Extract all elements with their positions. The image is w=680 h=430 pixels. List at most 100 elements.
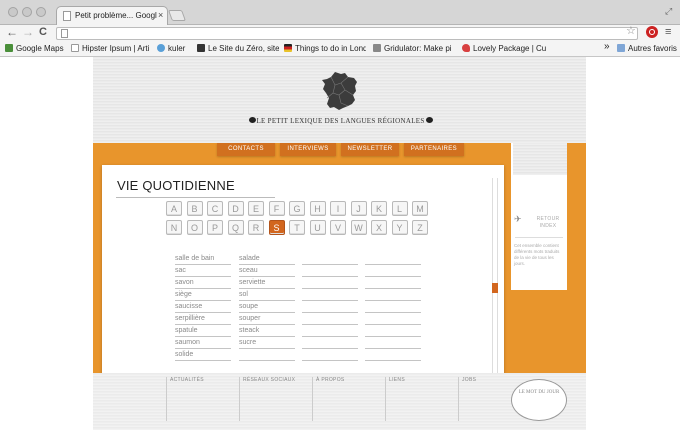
- footer-reseaux-sociaux[interactable]: RÉSEAUX SOCIAUX: [239, 377, 309, 421]
- grid-icon: [373, 44, 381, 52]
- footer-jobs[interactable]: JOBS: [458, 377, 508, 421]
- minimize-window-button[interactable]: [22, 7, 32, 17]
- word-link[interactable]: serviette: [239, 277, 295, 289]
- word-link[interactable]: spatule: [175, 325, 231, 337]
- letter-key-f[interactable]: F: [268, 201, 285, 216]
- letter-key-g[interactable]: G: [289, 201, 305, 216]
- letter-key-l[interactable]: L: [391, 201, 408, 216]
- back-button[interactable]: ←: [6, 25, 18, 39]
- france-map-icon[interactable]: [321, 71, 359, 111]
- letter-key-z[interactable]: Z: [412, 220, 428, 235]
- letter-key-x[interactable]: X: [371, 220, 387, 235]
- word-slot-empty: [239, 349, 295, 361]
- kuler-icon: [157, 44, 165, 52]
- footer-liens[interactable]: LIENS: [385, 377, 455, 421]
- bookmark-star-icon[interactable]: ☆: [626, 24, 636, 37]
- letter-key-y[interactable]: Y: [391, 220, 408, 235]
- bookmarks-overflow-button[interactable]: »: [604, 41, 610, 52]
- bookmarks-bar: Google Maps Hipster Ipsum | Arti kuler L…: [0, 41, 680, 57]
- scrollbar-track[interactable]: [492, 178, 498, 375]
- letter-key-w[interactable]: W: [350, 220, 367, 235]
- letter-key-c[interactable]: C: [207, 201, 223, 216]
- letter-key-n[interactable]: N: [166, 220, 182, 235]
- word-link[interactable]: saumon: [175, 337, 231, 349]
- tab-active[interactable]: Petit problème... Google Chr ×: [56, 6, 168, 25]
- nav-partenaires[interactable]: PARTENAIRES: [404, 143, 464, 156]
- word-link[interactable]: solide: [175, 349, 231, 361]
- new-tab-button[interactable]: [167, 10, 187, 21]
- letter-key-u[interactable]: U: [309, 220, 326, 235]
- word-link[interactable]: sol: [239, 289, 295, 301]
- close-window-button[interactable]: [8, 7, 18, 17]
- flag-icon: [284, 44, 292, 52]
- folder-icon: [617, 44, 625, 52]
- maps-icon: [5, 44, 13, 52]
- letter-key-o[interactable]: O: [186, 220, 203, 235]
- footer-a-propos[interactable]: À PROPOS: [312, 377, 382, 421]
- word-link[interactable]: saucisse: [175, 301, 231, 313]
- word-link[interactable]: sac: [175, 265, 231, 277]
- word-slot-empty: [302, 265, 358, 277]
- reload-button[interactable]: C: [39, 25, 47, 39]
- word-link[interactable]: salle de bain: [175, 253, 231, 265]
- letter-key-k[interactable]: K: [371, 201, 387, 216]
- letter-key-a[interactable]: A: [166, 201, 182, 216]
- word-link[interactable]: salade: [239, 253, 295, 265]
- bookmark-site-du-zero[interactable]: Le Site du Zéro, site: [197, 43, 279, 54]
- letter-key-s[interactable]: S: [268, 220, 285, 235]
- word-link[interactable]: serpillière: [175, 313, 231, 325]
- word-slot-empty: [365, 277, 421, 289]
- bookmark-folder-autres[interactable]: Autres favoris: [617, 43, 679, 54]
- page-icon: [63, 11, 71, 21]
- letter-key-q[interactable]: Q: [227, 220, 244, 235]
- word-slot-empty: [302, 289, 358, 301]
- word-slot-empty: [365, 289, 421, 301]
- letter-key-d[interactable]: D: [227, 201, 244, 216]
- letter-key-e[interactable]: E: [248, 201, 264, 216]
- letter-key-p[interactable]: P: [207, 220, 223, 235]
- word-link[interactable]: steack: [239, 325, 295, 337]
- scrollbar-thumb[interactable]: [492, 283, 498, 293]
- word-link[interactable]: souper: [239, 313, 295, 325]
- page-icon: [61, 29, 68, 38]
- page-title: VIE QUOTIDIENNE: [117, 178, 235, 193]
- zoom-window-button[interactable]: [36, 7, 46, 17]
- bookmark-lovely-package[interactable]: Lovely Package | Cur: [462, 43, 546, 54]
- chrome-menu-icon[interactable]: ≡: [665, 26, 671, 38]
- letter-key-m[interactable]: M: [412, 201, 428, 216]
- word-slot-empty: [302, 325, 358, 337]
- address-bar[interactable]: [56, 27, 638, 40]
- footer-actualites[interactable]: ACTUALITÉS: [166, 377, 236, 421]
- word-slot-empty: [302, 349, 358, 361]
- bookmark-gridulator[interactable]: Gridulator: Make pi: [373, 43, 455, 54]
- letter-key-v[interactable]: V: [330, 220, 346, 235]
- forward-button[interactable]: →: [22, 25, 34, 39]
- title-underline: [116, 197, 275, 198]
- bookmark-hipster-ipsum[interactable]: Hipster Ipsum | Arti: [71, 43, 151, 54]
- retour-index-link[interactable]: RETOUR INDEX: [531, 216, 565, 230]
- bookmark-things-to-do[interactable]: Things to do in Lond: [284, 43, 366, 54]
- heart-icon: [462, 44, 470, 52]
- bookmark-google-maps[interactable]: Google Maps: [5, 43, 65, 54]
- letter-key-t[interactable]: T: [289, 220, 305, 235]
- word-link[interactable]: sceau: [239, 265, 295, 277]
- letter-key-j[interactable]: J: [350, 201, 367, 216]
- word-link[interactable]: sucre: [239, 337, 295, 349]
- extension-icon[interactable]: [646, 26, 658, 38]
- word-link[interactable]: soupe: [239, 301, 295, 313]
- letter-key-h[interactable]: H: [309, 201, 326, 216]
- bookmark-kuler[interactable]: kuler: [157, 43, 193, 54]
- close-tab-icon[interactable]: ×: [158, 10, 163, 20]
- mot-du-jour-bubble[interactable]: LE MOT DU JOUR: [511, 379, 567, 421]
- nav-newsletter[interactable]: NEWSLETTER: [341, 143, 399, 156]
- nav-interviews[interactable]: INTERVIEWS: [280, 143, 336, 156]
- paper-plane-icon[interactable]: ✈: [514, 214, 522, 225]
- letter-key-b[interactable]: B: [186, 201, 203, 216]
- sdz-icon: [197, 44, 205, 52]
- word-link[interactable]: siège: [175, 289, 231, 301]
- word-link[interactable]: savon: [175, 277, 231, 289]
- fullscreen-icon[interactable]: ⤢: [665, 6, 672, 17]
- letter-key-r[interactable]: R: [248, 220, 264, 235]
- nav-contacts[interactable]: CONTACTS: [217, 143, 275, 156]
- letter-key-i[interactable]: I: [330, 201, 346, 216]
